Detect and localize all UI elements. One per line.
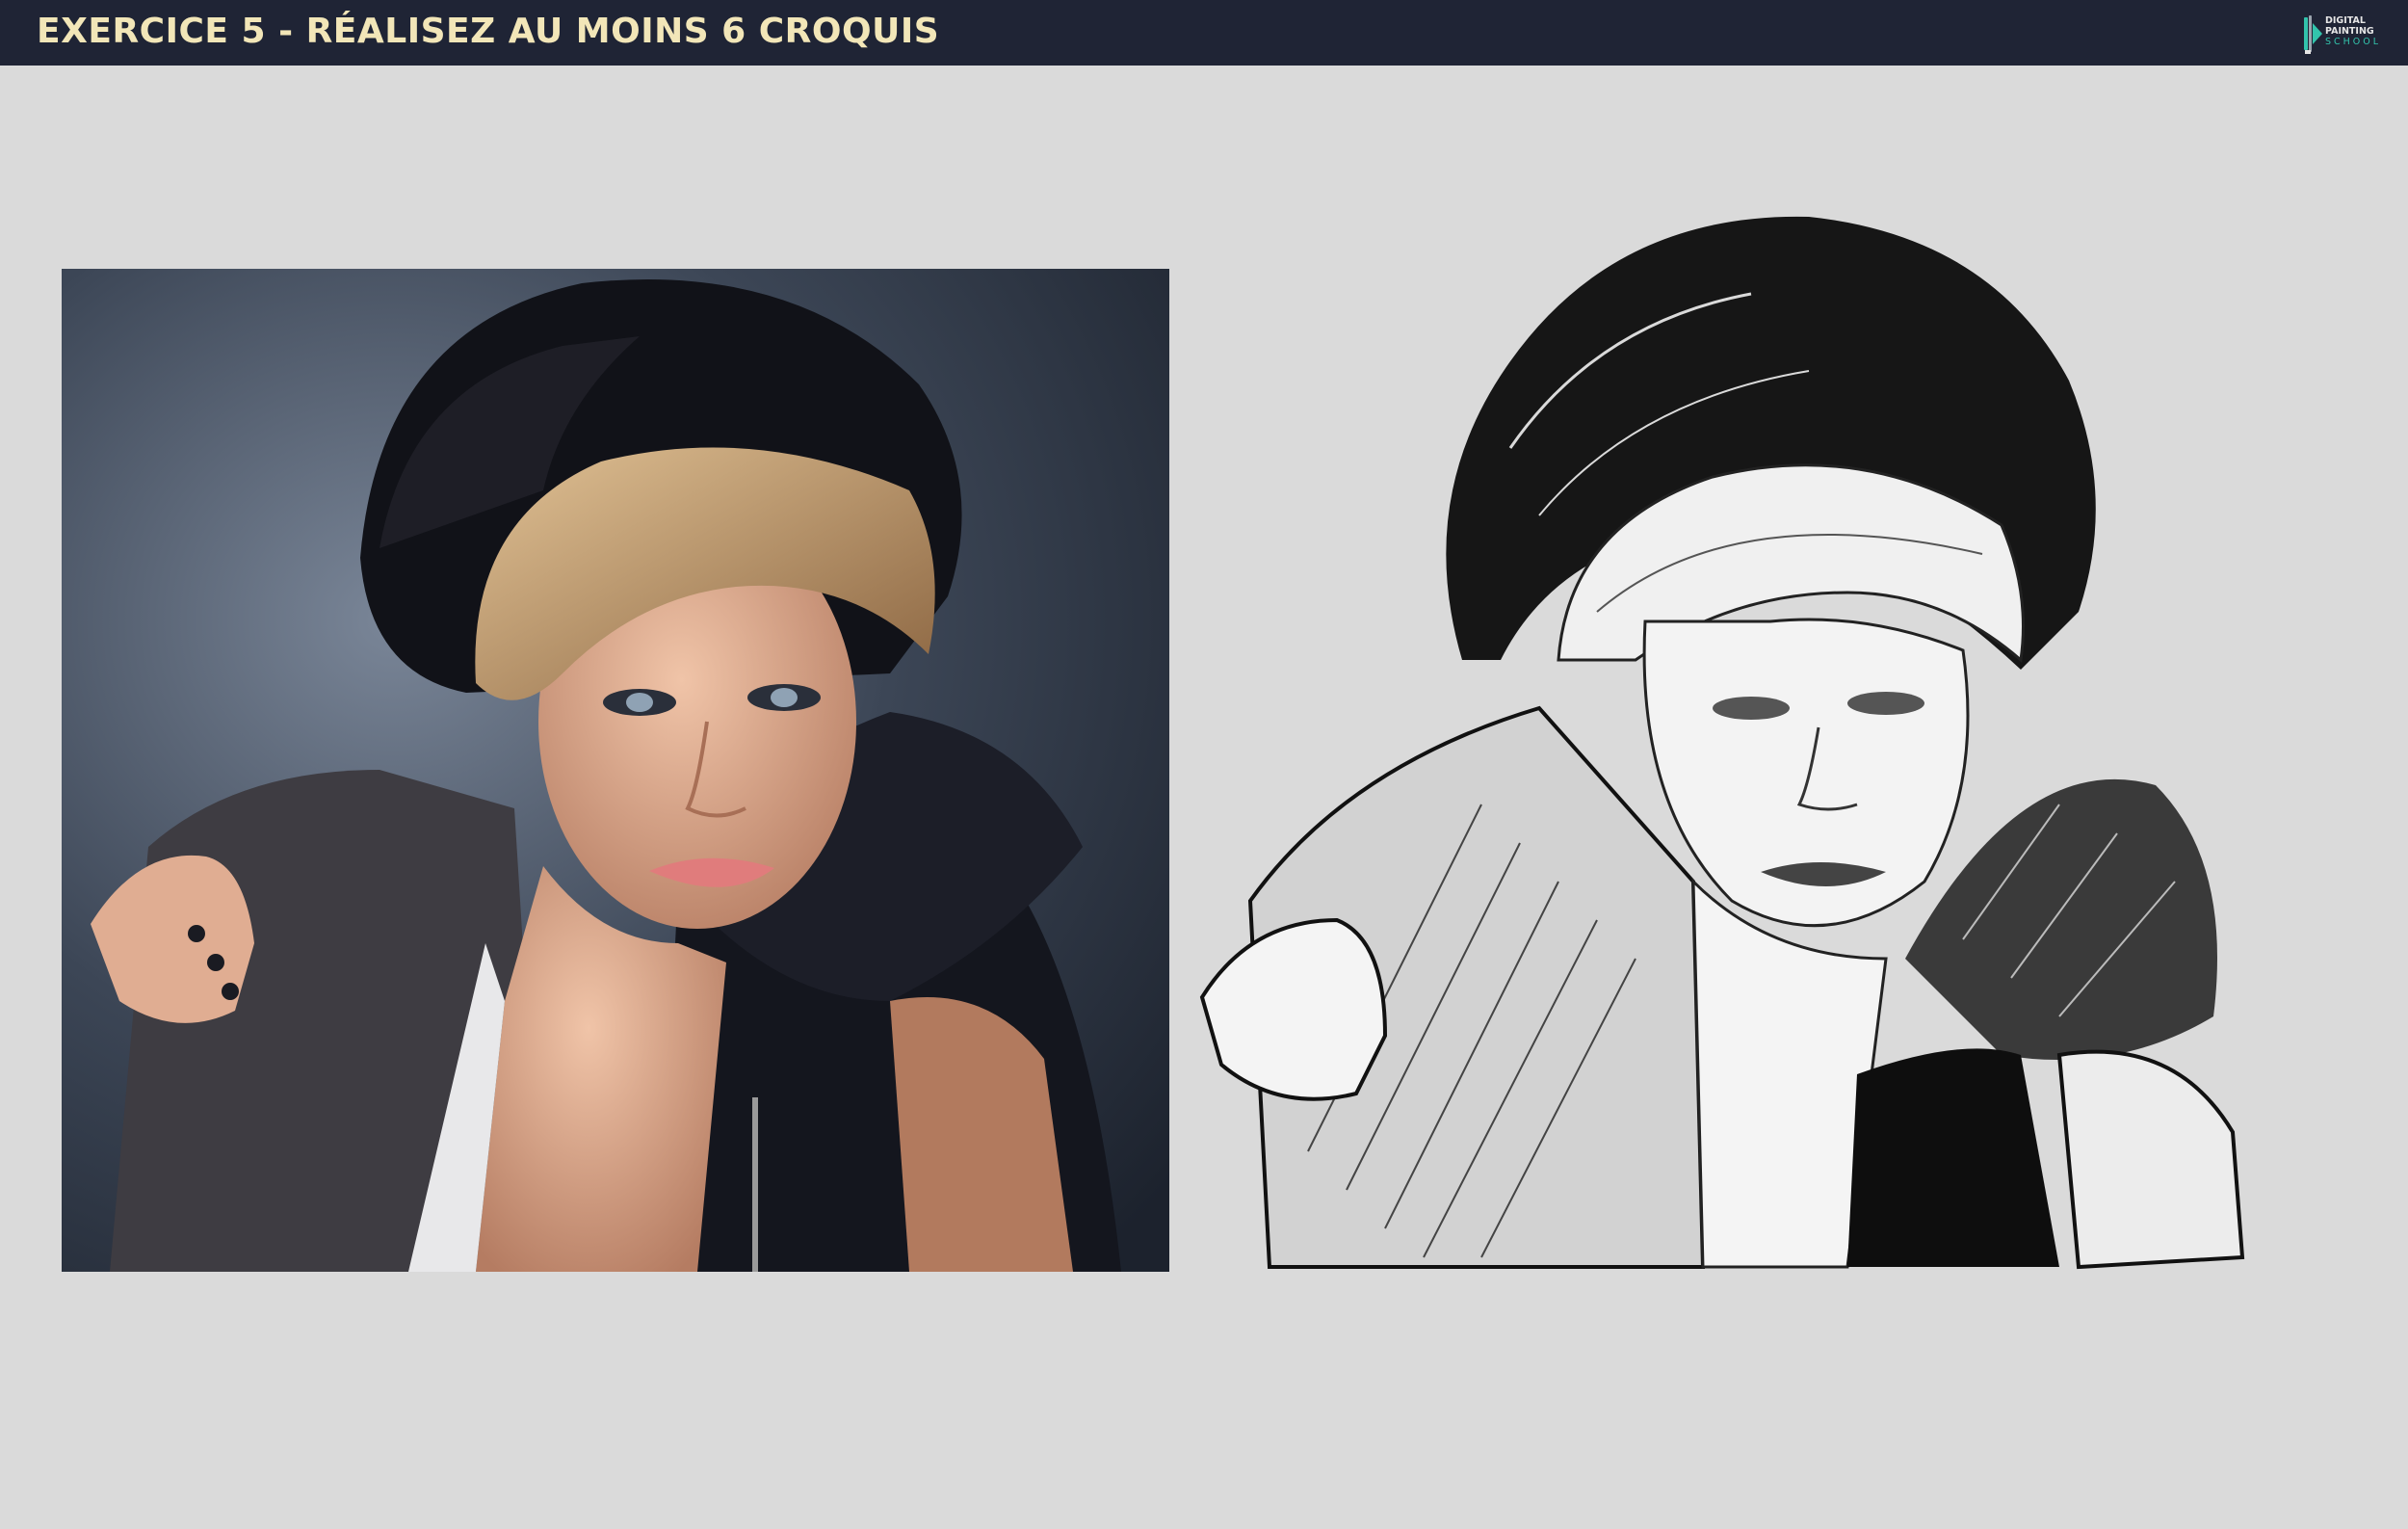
header-bar: EXERCICE 5 - RÉALISEZ AU MOINS 6 CROQUIS… [0,0,2408,66]
logo-text: DIGITAL PAINTING SCHOOL [2325,15,2398,47]
logo-line-school: SCHOOL [2325,37,2382,47]
pencil-sketch-illustration [1199,216,2245,1270]
school-logo[interactable]: DIGITAL PAINTING SCHOOL [2302,12,2398,56]
logo-line-painting: PAINTING [2325,26,2374,37]
paintbrush-play-logo-icon [2304,15,2322,54]
pencil-sketch [1192,207,2254,1279]
logo-line-digital: DIGITAL [2325,15,2366,26]
page-title: EXERCICE 5 - RÉALISEZ AU MOINS 6 CROQUIS [37,12,940,51]
reference-photo [62,269,1169,1272]
reference-photo-illustration [62,269,1169,1272]
